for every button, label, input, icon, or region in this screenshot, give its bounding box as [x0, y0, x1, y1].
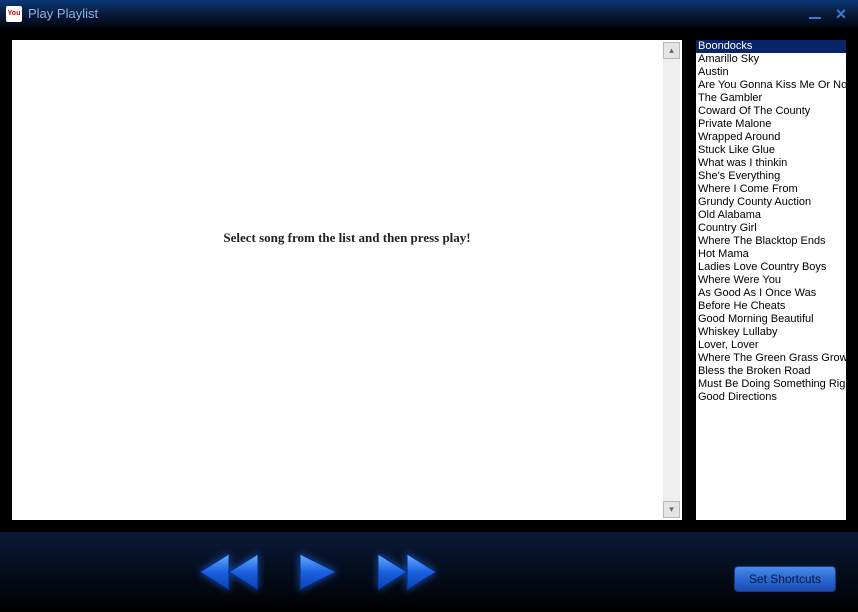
close-button[interactable]: × — [830, 5, 852, 23]
scroll-down-icon[interactable]: ▾ — [663, 501, 680, 518]
transport-controls — [200, 552, 436, 592]
controls-bar: Set Shortcuts — [0, 532, 858, 612]
playlist-item[interactable]: Stuck Like Glue — [696, 144, 846, 157]
prompt-message: Select song from the list and then press… — [223, 230, 470, 246]
playlist-item[interactable]: Good Morning Beautiful — [696, 313, 846, 326]
playlist-item[interactable]: Amarillo Sky — [696, 53, 846, 66]
playlist-item[interactable]: Grundy County Auction — [696, 196, 846, 209]
playlist-item[interactable]: She's Everything — [696, 170, 846, 183]
playlist-item[interactable]: Are You Gonna Kiss Me Or Not — [696, 79, 846, 92]
titlebar-controls: × — [804, 5, 852, 23]
playlist-item[interactable]: Bless the Broken Road — [696, 365, 846, 378]
window-title: Play Playlist — [28, 6, 804, 21]
playlist-item[interactable]: Boondocks — [696, 40, 846, 53]
close-icon: × — [836, 5, 847, 23]
scroll-up-icon[interactable]: ▴ — [663, 42, 680, 59]
playlist-item[interactable]: Good Directions — [696, 391, 846, 404]
set-shortcuts-button[interactable]: Set Shortcuts — [734, 566, 836, 592]
playlist-item[interactable]: Where Were You — [696, 274, 846, 287]
video-scrollbar[interactable]: ▴ ▾ — [663, 42, 680, 518]
playlist-item[interactable]: Wrapped Around — [696, 131, 846, 144]
playlist-list[interactable]: BoondocksAmarillo SkyAustinAre You Gonna… — [696, 40, 846, 520]
playlist-item[interactable]: The Gambler — [696, 92, 846, 105]
playlist-item[interactable]: As Good As I Once Was — [696, 287, 846, 300]
playlist-item[interactable]: Country Girl — [696, 222, 846, 235]
next-button[interactable] — [378, 552, 436, 592]
playlist-item[interactable]: Before He Cheats — [696, 300, 846, 313]
playlist-item[interactable]: Where The Green Grass Grows — [696, 352, 846, 365]
video-panel: Select song from the list and then press… — [10, 38, 684, 522]
playlist-item[interactable]: Ladies Love Country Boys — [696, 261, 846, 274]
playlist-item[interactable]: Austin — [696, 66, 846, 79]
playlist-item[interactable]: Hot Mama — [696, 248, 846, 261]
app-icon: You — [6, 6, 22, 22]
playlist-panel: BoondocksAmarillo SkyAustinAre You Gonna… — [694, 38, 848, 522]
play-button[interactable] — [298, 552, 338, 592]
minimize-icon — [809, 17, 821, 19]
minimize-button[interactable] — [804, 5, 826, 23]
playlist-item[interactable]: Where The Blacktop Ends — [696, 235, 846, 248]
titlebar: You Play Playlist × — [0, 0, 858, 28]
playlist-item[interactable]: Old Alabama — [696, 209, 846, 222]
content-area: Select song from the list and then press… — [0, 28, 858, 532]
playlist-item[interactable]: Whiskey Lullaby — [696, 326, 846, 339]
playlist-item[interactable]: Private Malone — [696, 118, 846, 131]
playlist-item[interactable]: Where I Come From — [696, 183, 846, 196]
playlist-item[interactable]: Must Be Doing Something Right — [696, 378, 846, 391]
previous-button[interactable] — [200, 552, 258, 592]
playlist-item[interactable]: Coward Of The County — [696, 105, 846, 118]
playlist-item[interactable]: What was I thinkin — [696, 157, 846, 170]
playlist-item[interactable]: Lover, Lover — [696, 339, 846, 352]
